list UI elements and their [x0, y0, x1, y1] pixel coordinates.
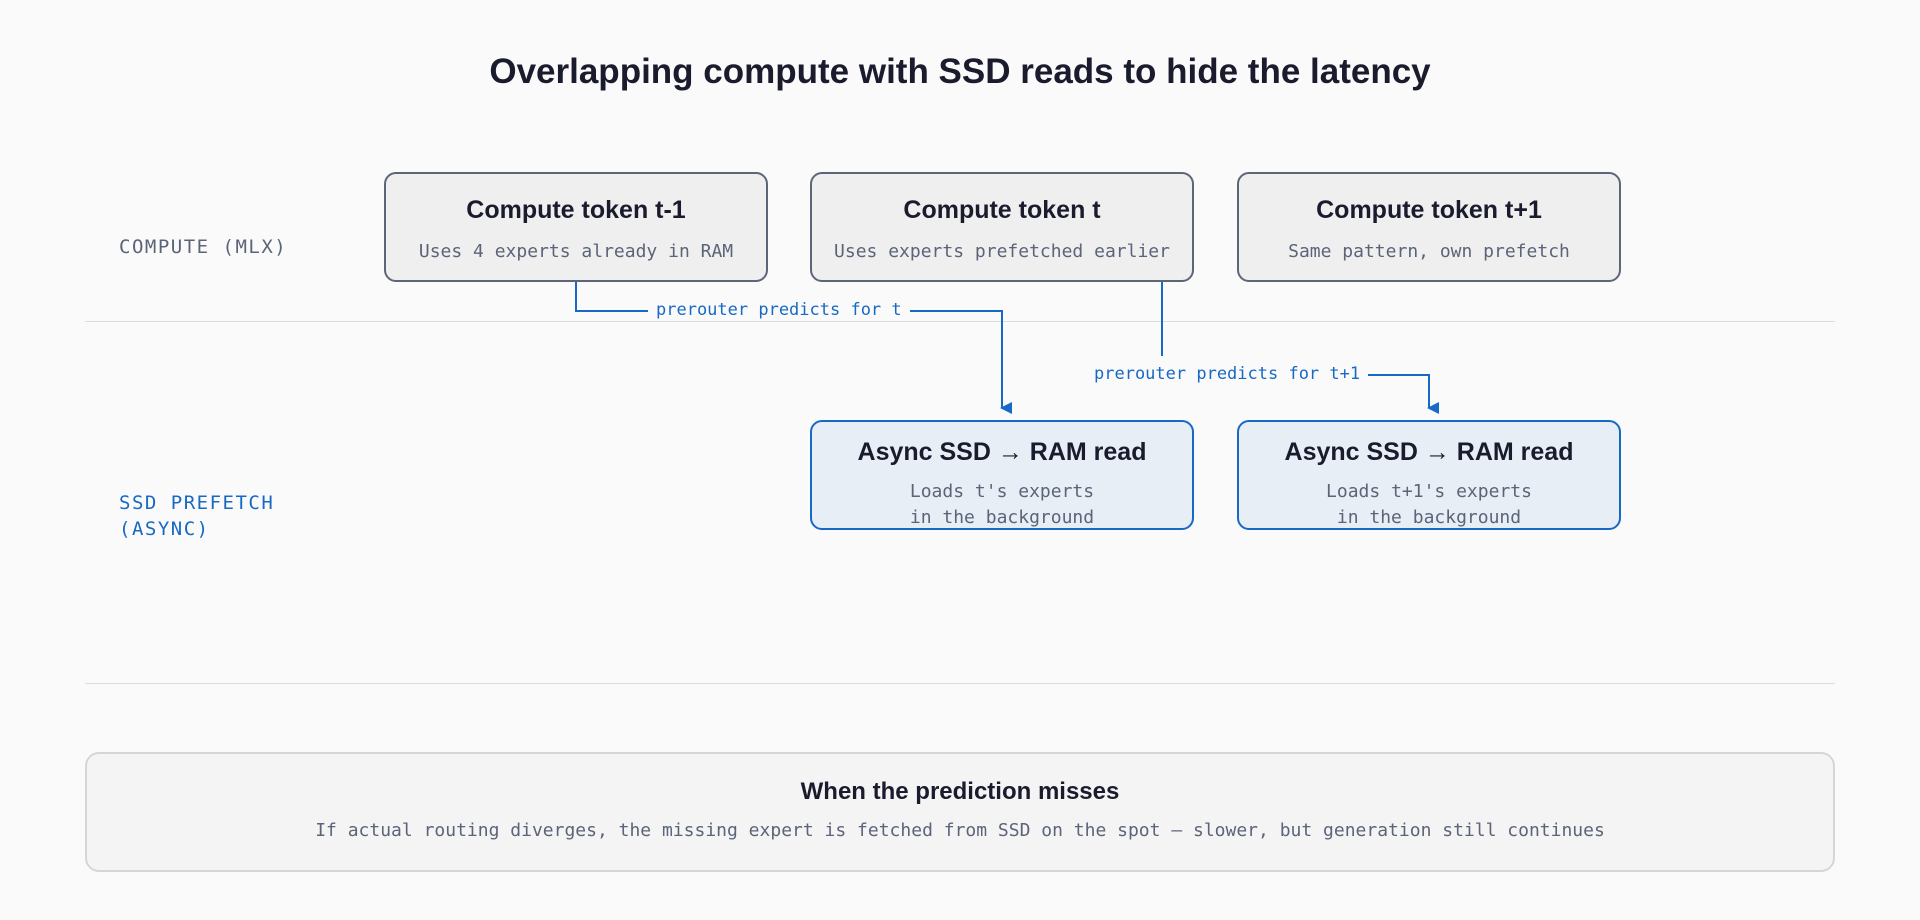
compute-box-t-minus-1: Compute token t-1 Uses 4 experts already…	[384, 172, 768, 282]
ssd-box-description: Loads t+1's experts in the background	[1239, 479, 1619, 531]
compute-box-subtitle: Uses 4 experts already in RAM	[418, 241, 734, 262]
ssd-box-title: Async SSD → RAM read	[857, 438, 1147, 466]
ssd-box-line1: Loads t+1's experts	[1326, 481, 1532, 502]
compute-box-t: Compute token t Uses experts prefetched …	[810, 172, 1194, 282]
note-title: When the prediction misses	[800, 778, 1120, 805]
compute-box-title: Compute token t-1	[466, 196, 686, 224]
compute-box-title: Compute token t+1	[1316, 196, 1542, 224]
ssd-box-line2: in the background	[909, 507, 1095, 528]
ssd-box-title: Async SSD → RAM read	[1284, 438, 1574, 466]
compute-box-subtitle: Uses experts prefetched earlier	[834, 241, 1170, 262]
ssd-box-line1: Loads t's experts	[909, 481, 1095, 502]
ssd-box-description: Loads t's experts in the background	[812, 479, 1192, 531]
compute-box-title: Compute token t	[903, 196, 1101, 224]
compute-box-subtitle: Same pattern, own prefetch	[1288, 241, 1570, 262]
compute-box-t-plus-1: Compute token t+1 Same pattern, own pref…	[1237, 172, 1621, 282]
ssd-box-line2: in the background	[1336, 507, 1522, 528]
prediction-miss-note: When the prediction misses If actual rou…	[85, 752, 1835, 872]
arrow-label-prerouter-t-plus-1: prerouter predicts for t+1	[1086, 363, 1369, 385]
note-text: If actual routing diverges, the missing …	[315, 820, 1605, 841]
ssd-read-box-t: Async SSD → RAM read Loads t's experts i…	[810, 420, 1194, 530]
ssd-read-box-t-plus-1: Async SSD → RAM read Loads t+1's experts…	[1237, 420, 1621, 530]
arrow-label-prerouter-t: prerouter predicts for t	[648, 299, 910, 321]
